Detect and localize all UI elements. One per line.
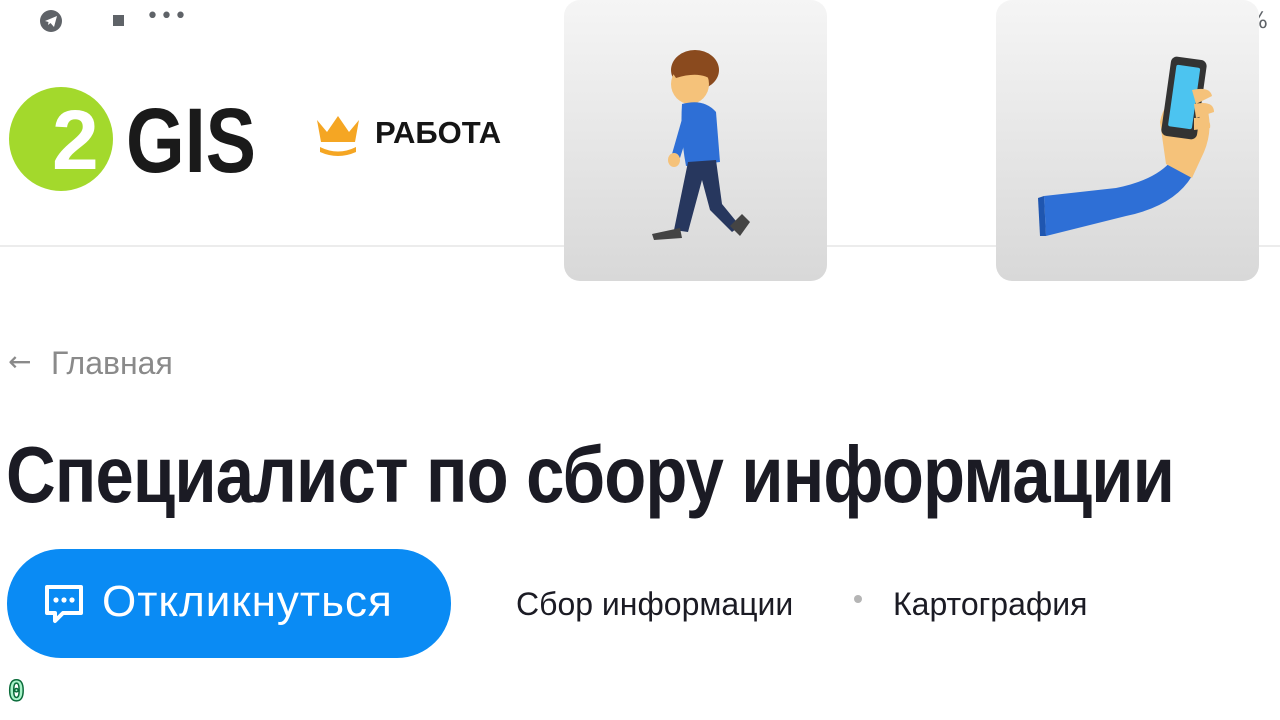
apply-button-label: Откликнуться bbox=[102, 577, 393, 626]
2gis-logo[interactable]: 2 GIS bbox=[8, 84, 258, 194]
more-dots-icon: ••• bbox=[146, 4, 188, 29]
selfie-arm-emoji bbox=[996, 0, 1259, 281]
work-section-link[interactable]: РАБОТА bbox=[314, 112, 501, 156]
chat-icon bbox=[45, 585, 83, 623]
tag-item[interactable]: Картография bbox=[893, 586, 1087, 623]
breadcrumb-home-link[interactable]: Главная bbox=[51, 345, 173, 382]
apply-button[interactable]: Откликнуться bbox=[7, 549, 451, 658]
work-section-label: РАБОТА bbox=[375, 115, 502, 150]
logo-text: GIS bbox=[126, 90, 256, 192]
stop-icon bbox=[113, 15, 124, 26]
back-arrow-icon: ← bbox=[8, 345, 32, 378]
tag-item[interactable]: Сбор информации bbox=[516, 586, 793, 623]
logo-badge: 2 bbox=[52, 93, 99, 187]
counter-overlay: 0 bbox=[7, 673, 25, 708]
page-title: Специалист по сбору информации bbox=[6, 430, 1175, 519]
telegram-icon bbox=[40, 10, 62, 32]
person-walking-emoji bbox=[564, 0, 827, 281]
crown-icon bbox=[317, 116, 359, 156]
tag-separator-dot bbox=[854, 595, 862, 603]
